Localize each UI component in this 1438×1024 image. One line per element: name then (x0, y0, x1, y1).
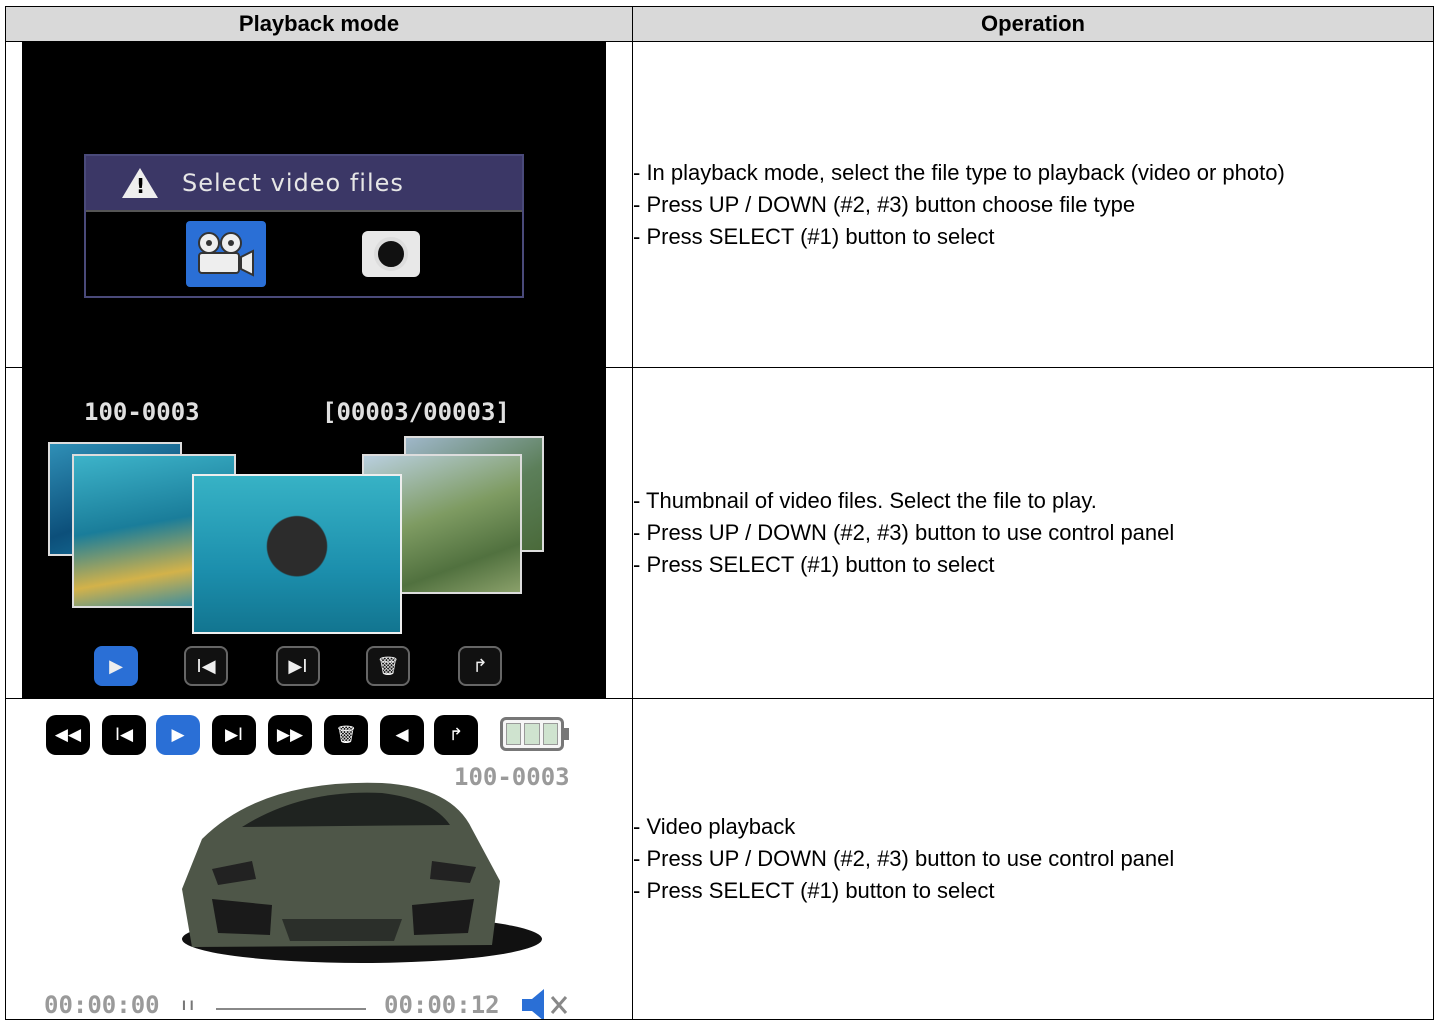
operation-line: - Video playback (633, 814, 796, 839)
table-row: Select video files (5, 41, 1434, 368)
delete-button[interactable]: 🗑 (366, 646, 410, 686)
play-icon: ▶ (171, 725, 185, 745)
warning-icon (122, 168, 158, 198)
file-name: 100-0003 (84, 398, 200, 426)
fast-forward-button[interactable]: ▶▶ (268, 715, 312, 755)
previous-button[interactable]: I◀ (184, 646, 228, 686)
return-button[interactable]: ↱ (458, 646, 502, 686)
operation-line: - Thumbnail of video files. Select the f… (633, 488, 1097, 513)
operation-line: - Press SELECT (#1) button to select (633, 552, 995, 577)
table-row: ◀◀ I◀ ▶ ▶I ▶▶ 🗑 ◀ ↱ 100-0003 00:00:00 I … (5, 698, 1434, 1020)
operation-cell: - Thumbnail of video files. Select the f… (632, 367, 1434, 699)
elapsed-time: 00:00:00 (44, 991, 160, 1019)
operation-line: - Press UP / DOWN (#2, #3) button to use… (633, 520, 1175, 545)
photo-camera-icon[interactable] (362, 231, 420, 277)
progress-track[interactable] (216, 1008, 366, 1010)
video-playback-screen: ◀◀ I◀ ▶ ▶I ▶▶ 🗑 ◀ ↱ 100-0003 00:00:00 I … (22, 699, 606, 1019)
video-camera-icon[interactable] (186, 221, 266, 287)
rewind-icon: ◀◀ (54, 725, 82, 745)
file-counter: [00003/00003] (322, 398, 510, 426)
delete-button[interactable]: 🗑 (324, 715, 368, 755)
previous-button[interactable]: I◀ (102, 715, 146, 755)
screenshot-cell: ◀◀ I◀ ▶ ▶I ▶▶ 🗑 ◀ ↱ 100-0003 00:00:00 I … (5, 698, 633, 1020)
header-row: Playback mode Operation (5, 6, 1434, 42)
volume-button[interactable]: ◀ (380, 715, 424, 755)
operation-line: - Press UP / DOWN (#2, #3) button to use… (633, 846, 1175, 871)
total-time: 00:00:12 (384, 991, 500, 1019)
rewind-button[interactable]: ◀◀ (46, 715, 90, 755)
screenshot-cell: 100-0003 [00003/00003] ▶ I◀ ▶I 🗑 ↱ (5, 367, 633, 699)
mute-icon[interactable] (518, 987, 574, 1019)
car-video-frame (182, 782, 542, 963)
return-icon: ↱ (472, 655, 488, 677)
select-file-dialog: Select video files (84, 154, 524, 298)
fast-forward-icon: ▶▶ (276, 725, 304, 745)
next-icon: ▶I (224, 725, 244, 745)
delete-icon: 🗑 (335, 725, 357, 745)
playback-manual-table: Playback mode Operation Select video fil… (5, 6, 1434, 1020)
play-button[interactable]: ▶ (156, 715, 200, 755)
operation-cell: - In playback mode, select the file type… (632, 41, 1434, 368)
header-playback-mode: Playback mode (5, 6, 633, 42)
thumbnail-selected[interactable] (192, 474, 402, 634)
screenshot-cell: Select video files (5, 41, 633, 368)
operation-cell: - Video playback - Press UP / DOWN (#2, … (632, 698, 1434, 1020)
delete-icon: 🗑 (376, 655, 400, 677)
dialog-title: Select video files (182, 169, 404, 197)
volume-icon: ◀ (395, 725, 409, 745)
pause-icon: I I (182, 997, 194, 1013)
file-type-screen: Select video files (22, 42, 606, 367)
operation-line: - Press UP / DOWN (#2, #3) button choose… (633, 191, 1136, 217)
operation-line: - Press SELECT (#1) button to select (633, 223, 995, 249)
previous-icon: I◀ (196, 655, 216, 677)
header-operation: Operation (632, 6, 1434, 42)
previous-icon: I◀ (114, 725, 134, 745)
file-type-options (86, 212, 522, 296)
thumbnail-screen: 100-0003 [00003/00003] ▶ I◀ ▶I 🗑 ↱ (22, 368, 606, 698)
battery-icon (500, 717, 569, 751)
next-button[interactable]: ▶I (276, 646, 320, 686)
next-icon: ▶I (288, 655, 308, 677)
play-icon: ▶ (109, 655, 123, 677)
return-icon: ↱ (448, 725, 464, 745)
operation-line: - Press SELECT (#1) button to select (633, 878, 995, 903)
table-row: 100-0003 [00003/00003] ▶ I◀ ▶I 🗑 ↱ - Thu… (5, 367, 1434, 699)
operation-line: - In playback mode, select the file type… (633, 159, 1285, 185)
play-button[interactable]: ▶ (94, 646, 138, 686)
return-button[interactable]: ↱ (434, 715, 478, 755)
next-button[interactable]: ▶I (212, 715, 256, 755)
dialog-header: Select video files (86, 156, 522, 212)
